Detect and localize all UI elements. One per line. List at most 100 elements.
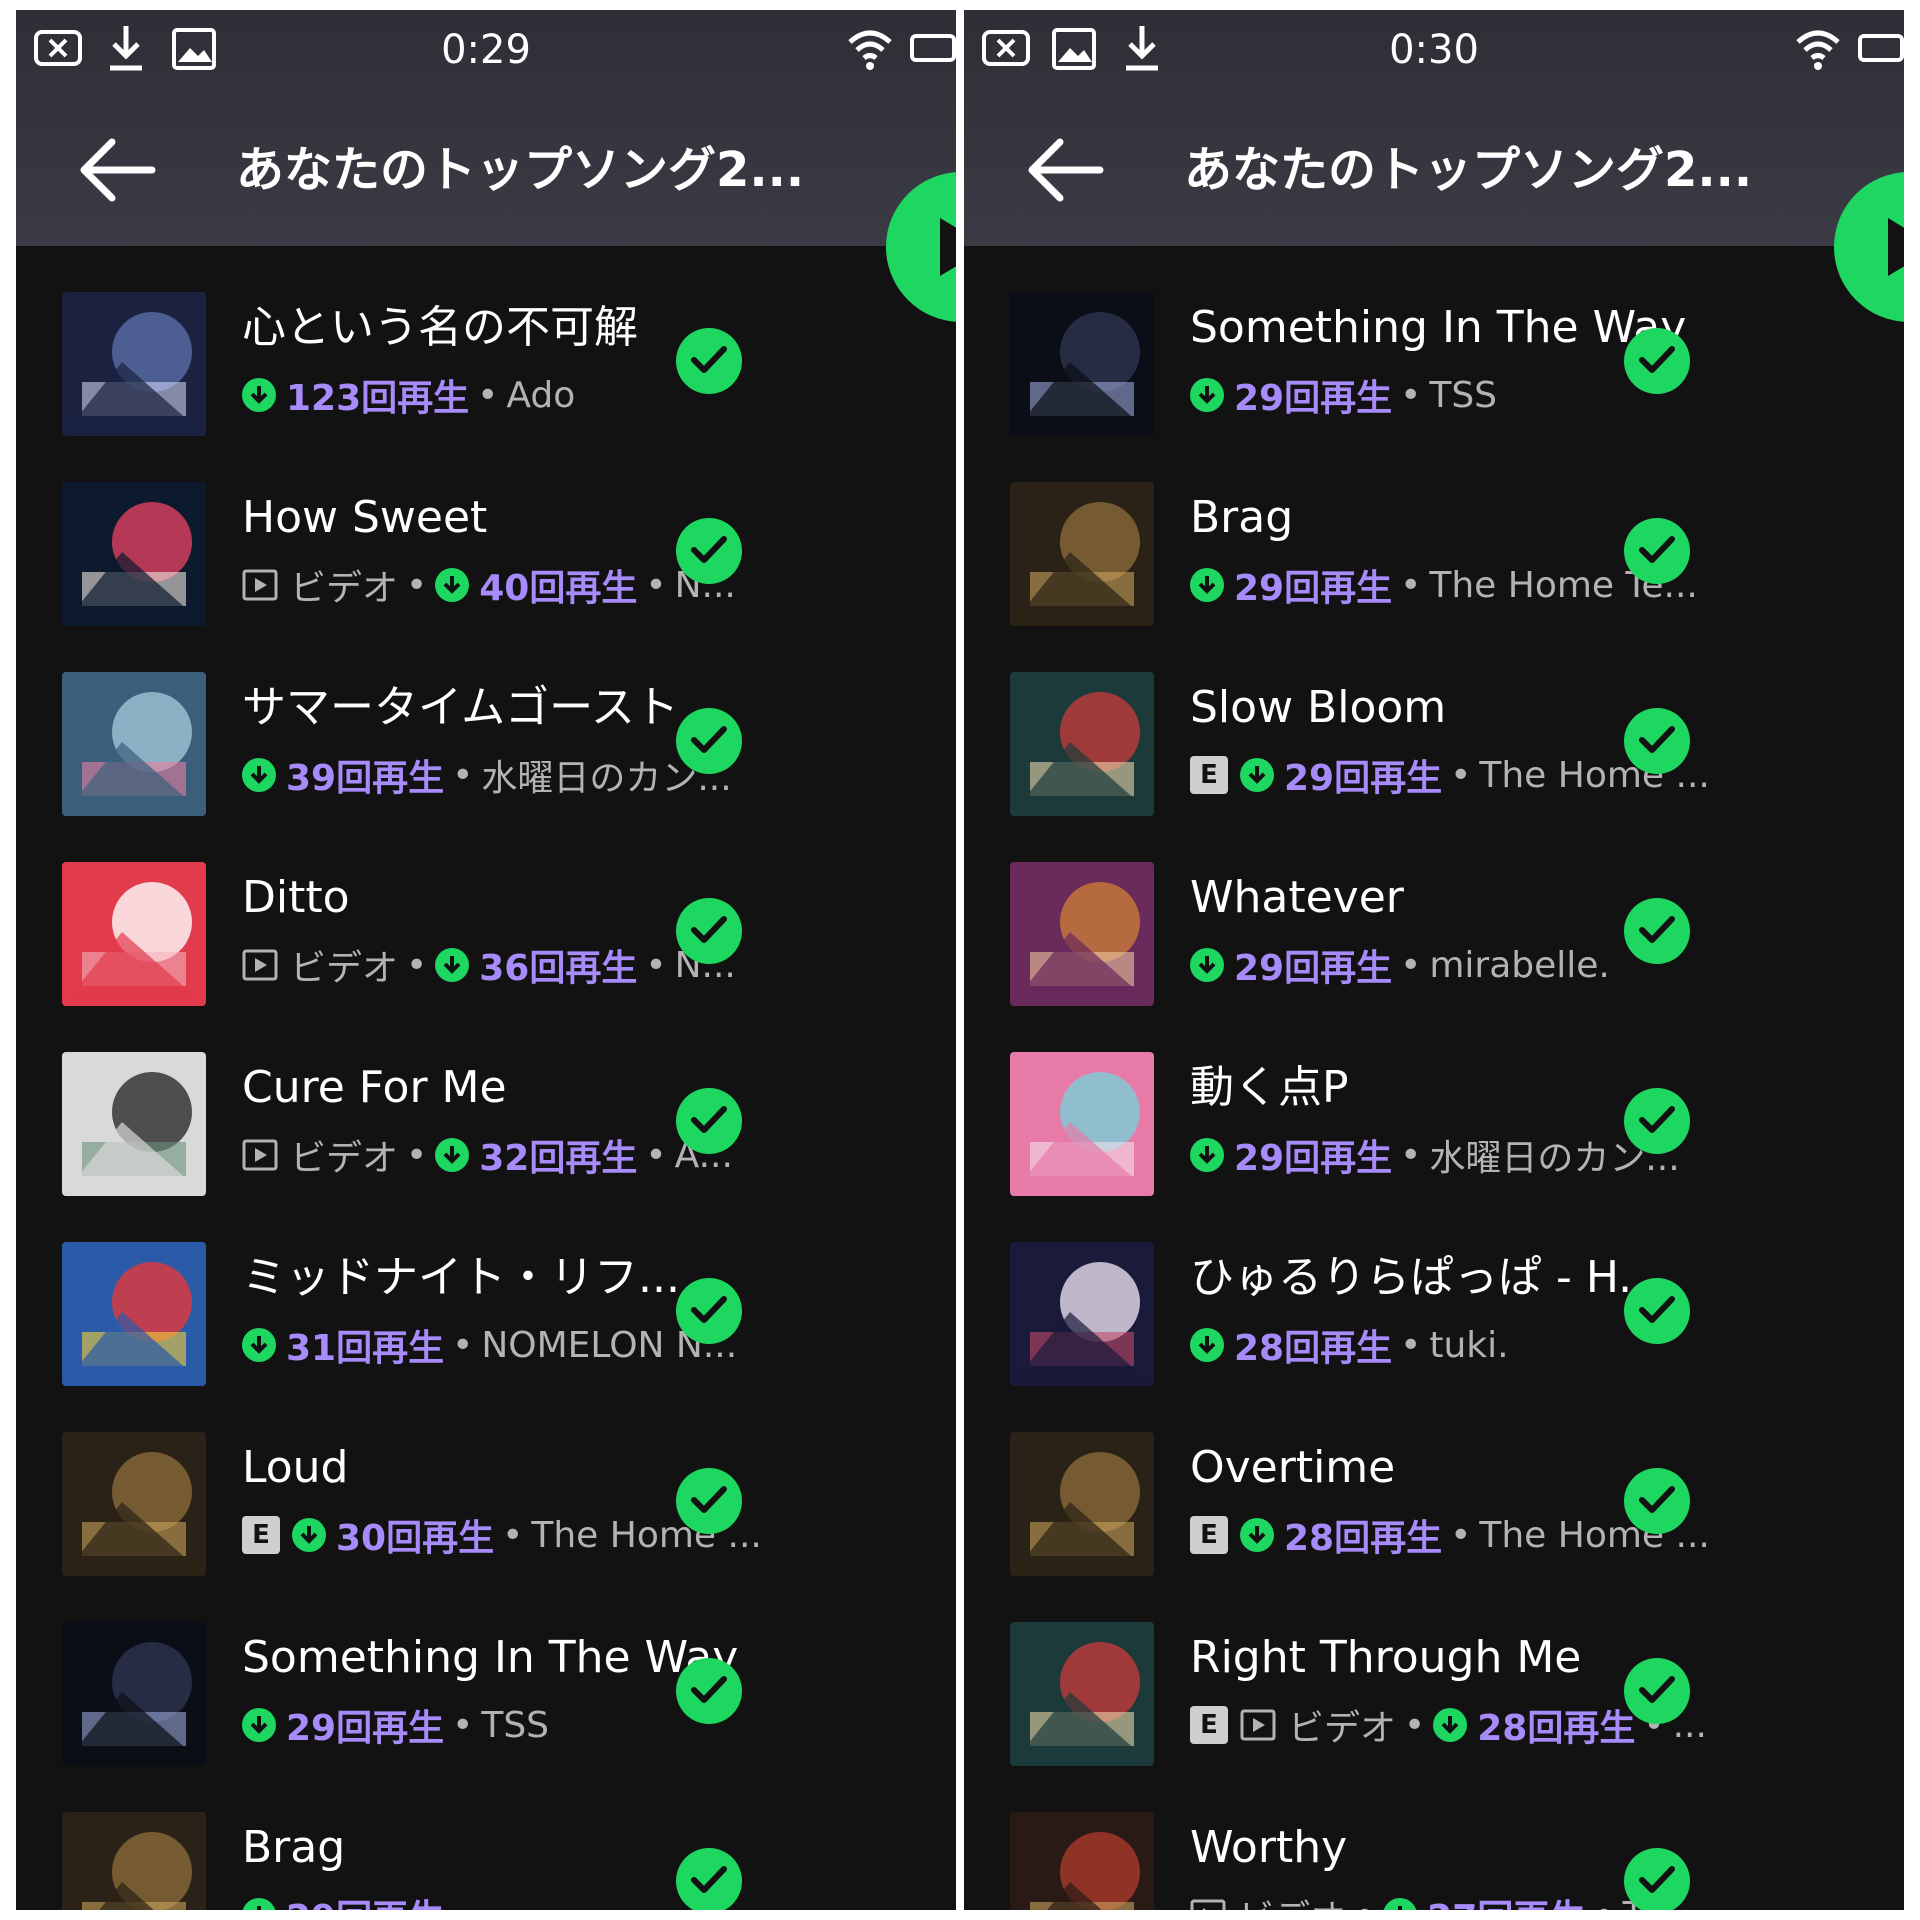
added-check-icon[interactable] <box>676 1278 742 1344</box>
song-row[interactable]: ひゅるりらぱっぱ - H... 28回再生 • tuki. <box>964 1240 1904 1430</box>
downloaded-icon <box>1190 378 1224 412</box>
wifi-icon <box>844 22 896 78</box>
song-row[interactable]: 心という名の不可解 123回再生 • Ado <box>16 290 956 480</box>
added-check-icon[interactable] <box>676 708 742 774</box>
album-art <box>62 672 206 816</box>
added-check-icon[interactable] <box>1624 708 1690 774</box>
back-arrow-icon[interactable] <box>1020 130 1110 210</box>
play-count: 29回再生 <box>1234 1138 1393 1179</box>
song-row[interactable]: サマータイムゴースト 39回再生 • 水曜日のカン... <box>16 670 956 860</box>
downloaded-icon <box>242 758 276 792</box>
song-row[interactable]: Worthyビデオ•27回再生•T <box>964 1810 1904 1910</box>
song-row[interactable]: Cure For Me ビデオ • 32回再生 • A... <box>16 1050 956 1240</box>
added-check-icon[interactable] <box>1624 898 1690 964</box>
song-meta: 29回再生 <box>242 1888 444 1910</box>
song-row[interactable]: Brag 29回再生 <box>16 1810 956 1910</box>
play-count: 36回再生 <box>479 948 638 989</box>
song-row[interactable]: Slow Bloom E 29回再生 • The Home ... <box>964 670 1904 860</box>
play-count: 28回再生 <box>1234 1328 1393 1369</box>
explicit-badge: E <box>1190 1706 1228 1744</box>
song-row[interactable]: Ditto ビデオ • 36回再生 • N... <box>16 860 956 1050</box>
song-row[interactable]: Loud E 30回再生 • The Home ... <box>16 1430 956 1620</box>
play-count: 29回再生 <box>1284 758 1443 799</box>
song-row[interactable]: Something In The Way 29回再生 • TSS <box>964 290 1904 480</box>
play-count: 30回再生 <box>336 1518 495 1559</box>
separator-dot: • <box>1404 1704 1426 1746</box>
song-row[interactable]: Overtime E 28回再生 • The Home ... <box>964 1430 1904 1620</box>
song-title: Ditto <box>242 872 350 923</box>
added-check-icon[interactable] <box>676 898 742 964</box>
song-meta: ビデオ • 32回再生 • A... <box>242 1128 733 1182</box>
download-icon <box>100 22 152 78</box>
play-count: 29回再生 <box>286 1889 444 1910</box>
song-row[interactable]: 動く点P 29回再生 • 水曜日のカン... <box>964 1050 1904 1240</box>
top-app-bar: 0:29 あなたのトップソング2... <box>16 10 956 246</box>
album-art <box>1010 1622 1154 1766</box>
play-count: 28回再生 <box>1284 1518 1443 1559</box>
downloaded-icon <box>1190 568 1224 602</box>
video-icon <box>242 1139 278 1171</box>
added-check-icon[interactable] <box>1624 1468 1690 1534</box>
back-arrow-icon[interactable] <box>72 130 162 210</box>
artist-name: TSS <box>1429 374 1498 416</box>
downloaded-icon <box>242 1328 276 1362</box>
song-title: How Sweet <box>242 492 488 543</box>
album-art <box>62 1812 206 1910</box>
separator-dot: • <box>406 1134 428 1176</box>
added-check-icon[interactable] <box>676 1848 742 1910</box>
added-check-icon[interactable] <box>676 328 742 394</box>
status-bar: 0:29 <box>16 10 956 90</box>
song-row[interactable]: Whatever 29回再生 • mirabelle. <box>964 860 1904 1050</box>
song-row[interactable]: Brag 29回再生 • The Home Te... <box>964 480 1904 670</box>
separator-dot: • <box>1400 564 1422 606</box>
song-row[interactable]: ミッドナイト・リフ... 31回再生 • NOMELON N... <box>16 1240 956 1430</box>
song-row[interactable]: Right Through Me E ビデオ • 28回再生 •... <box>964 1620 1904 1810</box>
downloaded-icon <box>292 1518 326 1552</box>
play-count: 29回再生 <box>286 1708 445 1749</box>
separator-dot: • <box>406 944 428 986</box>
added-check-icon[interactable] <box>1624 1278 1690 1344</box>
video-icon <box>242 569 278 601</box>
album-art <box>62 1622 206 1766</box>
added-check-icon[interactable] <box>1624 518 1690 584</box>
downloaded-icon <box>435 1138 470 1172</box>
artist-name: TSS <box>481 1704 550 1746</box>
separator-dot: • <box>1400 1324 1422 1366</box>
added-check-icon[interactable] <box>676 1468 742 1534</box>
downloaded-icon <box>1240 758 1274 792</box>
battery-icon <box>1858 22 1904 78</box>
downloaded-icon <box>1383 1898 1418 1910</box>
separator-dot: • <box>406 564 428 606</box>
added-check-icon[interactable] <box>1624 328 1690 394</box>
wifi-icon <box>1792 22 1844 78</box>
video-icon <box>242 949 278 981</box>
separator-dot: • <box>452 1704 474 1746</box>
explicit-badge: E <box>1190 756 1228 794</box>
album-art <box>62 1242 206 1386</box>
play-count: 39回再生 <box>286 758 445 799</box>
playlist-title: あなたのトップソング2... <box>1184 142 1753 198</box>
added-check-icon[interactable] <box>676 1088 742 1154</box>
top-app-bar: 0:30 あなたのトップソング2... <box>964 10 1904 246</box>
song-title: Something In The Way <box>242 1632 739 1683</box>
added-check-icon[interactable] <box>1624 1088 1690 1154</box>
song-row[interactable]: Something In The Way 29回再生 • TSS <box>16 1620 956 1810</box>
album-art <box>1010 672 1154 816</box>
video-icon <box>1240 1709 1276 1741</box>
play-count: 29回再生 <box>1234 378 1393 419</box>
album-art <box>1010 292 1154 436</box>
image-icon <box>168 22 220 78</box>
song-meta: 31回再生 • NOMELON N... <box>242 1318 737 1372</box>
added-check-icon[interactable] <box>676 1658 742 1724</box>
added-check-icon[interactable] <box>1624 1848 1690 1910</box>
play-count: 28回再生 <box>1477 1708 1636 1749</box>
separator-dot: • <box>477 374 499 416</box>
screenshot-error-icon <box>980 22 1032 78</box>
song-row[interactable]: How Sweet ビデオ • 40回再生 • N... <box>16 480 956 670</box>
song-title: ミッドナイト・リフ... <box>242 1252 680 1303</box>
added-check-icon[interactable] <box>1624 1658 1690 1724</box>
downloaded-icon <box>1433 1708 1468 1742</box>
added-check-icon[interactable] <box>676 518 742 584</box>
separator-dot: • <box>1450 754 1472 796</box>
play-count: 29回再生 <box>1234 568 1393 609</box>
